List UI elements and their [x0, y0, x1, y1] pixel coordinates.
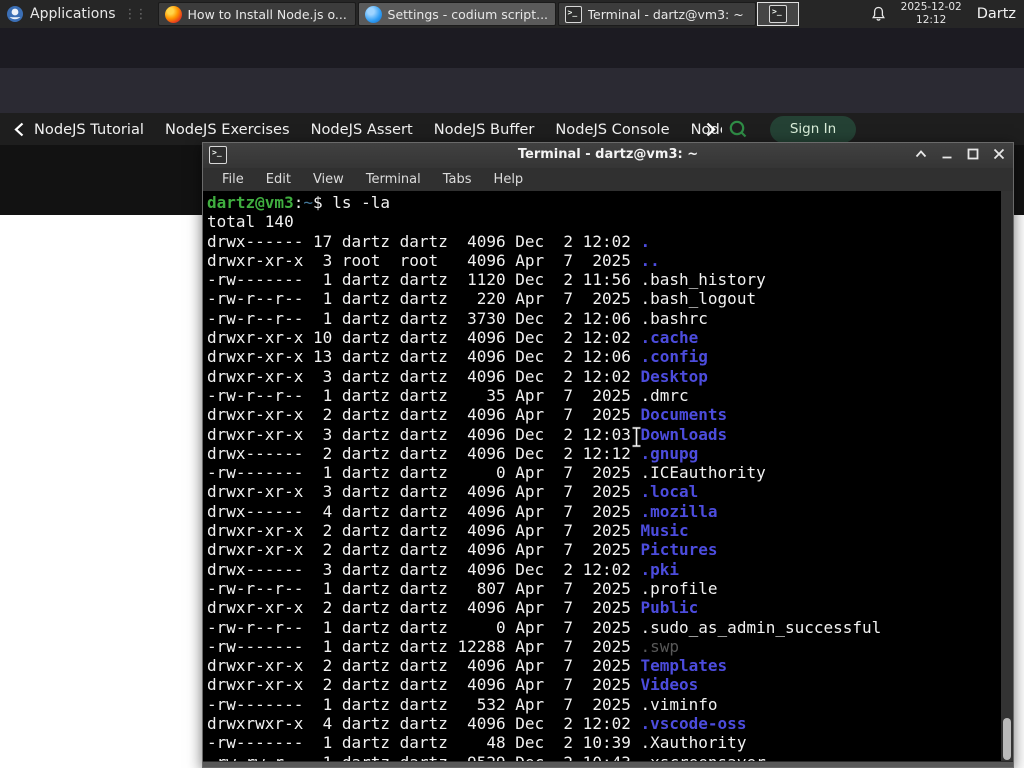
file-listing: drwx------ 17 dartz dartz 4096 Dec 2 12:… [207, 232, 1003, 763]
clock-date: 2025-12-02 [900, 0, 962, 13]
window-title: Settings - codium script... [387, 6, 549, 22]
clock[interactable]: 2025-12-02 12:12 [901, 1, 962, 27]
close-icon[interactable] [993, 148, 1005, 160]
window-title: How to Install Node.js o... [187, 6, 347, 22]
file-entry: drwx------ 4 dartz dartz 4096 Apr 7 2025… [207, 501, 718, 521]
terminal-menubar: File Edit View Terminal Tabs Help [203, 168, 1013, 191]
terminal-title: Terminal - dartz@vm3: ~ [517, 147, 699, 162]
chevron-left-icon[interactable] [14, 122, 24, 137]
file-entry: -rw-r--r-- 1 dartz dartz 807 Apr 7 2025 … [207, 578, 718, 598]
firefox-toolbar [0, 68, 1024, 113]
user-menu[interactable]: Dartz [977, 6, 1016, 22]
taskbar-window-button[interactable]: How to Install Node.js o... [157, 2, 356, 26]
terminal-output[interactable]: dartz@vm3:~$ ls -la total 140 drwx------… [203, 191, 1003, 763]
file-entry: drwxr-xr-x 2 dartz dartz 4096 Apr 7 2025… [207, 405, 728, 425]
site-nav-link[interactable]: NodeJS Tutorial [34, 121, 144, 138]
file-entry: -rw------- 1 dartz dartz 48 Dec 2 10:39 … [207, 733, 747, 753]
terminal-titlebar[interactable]: Terminal - dartz@vm3: ~ [203, 143, 1013, 168]
file-entry: -rw------- 1 dartz dartz 0 Apr 7 2025 .I… [207, 463, 766, 483]
prompt-line: dartz@vm3:~$ ls -la [207, 193, 391, 212]
file-entry: -rw-r--r-- 1 dartz dartz 35 Apr 7 2025 .… [207, 385, 689, 405]
ibeam-cursor-icon [630, 426, 643, 448]
window-icon [164, 5, 182, 23]
site-nav-items: NodeJS Tutorial NodeJS Exercises NodeJS … [34, 121, 722, 138]
menu-item[interactable]: Tabs [432, 172, 483, 187]
site-nav-link[interactable]: NodeJS Buffer [434, 121, 535, 138]
menu-item[interactable]: Edit [255, 172, 302, 187]
taskbar-window-button[interactable]: Settings - codium script... [357, 2, 556, 26]
terminal-mini-icon [769, 5, 787, 23]
file-entry: drwxr-xr-x 13 dartz dartz 4096 Dec 2 12:… [207, 347, 708, 367]
search-icon[interactable] [728, 119, 748, 139]
menu-item[interactable]: Help [483, 172, 535, 187]
file-entry: -rw-r--r-- 1 dartz dartz 3730 Dec 2 12:0… [207, 308, 708, 328]
file-entry: drwxr-xr-x 3 dartz dartz 4096 Apr 7 2025… [207, 482, 699, 502]
chevron-right-icon[interactable] [706, 122, 716, 137]
file-entry: drwxr-xr-x 3 dartz dartz 4096 Dec 2 12:0… [207, 424, 728, 444]
taskbar-window-button[interactable]: Terminal - dartz@vm3: ~ [557, 2, 756, 26]
minimize-icon[interactable] [941, 148, 953, 160]
top-panel: Applications ⋮⋮ How to Install Node.js o… [0, 0, 1024, 28]
sign-in-button[interactable]: Sign In [770, 115, 856, 143]
file-entry: -rw-r--r-- 1 dartz dartz 220 Apr 7 2025 … [207, 289, 757, 309]
system-tray: 2025-12-02 12:12 Dartz [871, 0, 1024, 28]
file-entry: drwxr-xr-x 2 dartz dartz 4096 Apr 7 2025… [207, 675, 699, 695]
shade-icon[interactable] [915, 150, 927, 158]
file-entry: -rw------- 1 dartz dartz 532 Apr 7 2025 … [207, 694, 718, 714]
clock-time: 12:12 [916, 14, 947, 26]
terminal-window: Terminal - dartz@vm3: ~ File [202, 142, 1014, 768]
file-entry: drwxr-xr-x 2 dartz dartz 4096 Apr 7 2025… [207, 521, 689, 541]
taskbar: How to Install Node.js o... Settings - c… [157, 0, 756, 28]
file-entry: drwx------ 2 dartz dartz 4096 Dec 2 12:1… [207, 443, 699, 463]
menu-item[interactable]: Terminal [355, 172, 432, 187]
applications-menu[interactable]: Applications ⋮⋮ [0, 0, 154, 28]
total-line: total 140 [207, 212, 294, 232]
file-entry: drwx------ 17 dartz dartz 4096 Dec 2 12:… [207, 231, 651, 251]
terminal-bottom-border [203, 761, 1013, 767]
menu-item[interactable]: File [211, 172, 255, 187]
firefox-tab-bar [0, 28, 1024, 68]
scrollbar-thumb[interactable] [1003, 718, 1011, 760]
site-nav-link[interactable]: NodeJS Exercises [165, 121, 290, 138]
window-icon [364, 5, 382, 23]
applications-label: Applications [30, 6, 116, 22]
file-entry: -rw------- 1 dartz dartz 1120 Dec 2 11:5… [207, 270, 766, 290]
file-entry: drwxr-xr-x 2 dartz dartz 4096 Apr 7 2025… [207, 598, 699, 618]
site-navbar: NodeJS Tutorial NodeJS Exercises NodeJS … [0, 113, 1024, 145]
file-entry: drwxr-xr-x 10 dartz dartz 4096 Dec 2 12:… [207, 328, 699, 348]
window-title: Terminal - dartz@vm3: ~ [587, 6, 744, 22]
workspace-pager[interactable] [757, 2, 799, 26]
applications-icon [6, 5, 24, 23]
file-entry: drwxr-xr-x 2 dartz dartz 4096 Apr 7 2025… [207, 656, 728, 676]
terminal-scrollbar[interactable] [1001, 191, 1013, 761]
desktop: Applications ⋮⋮ How to Install Node.js o… [0, 0, 1024, 768]
panel-grip: ⋮⋮ [123, 6, 148, 22]
file-entry: drwxr-xr-x 3 root root 4096 Apr 7 2025 .… [207, 250, 660, 270]
menu-item[interactable]: View [302, 172, 355, 187]
file-entry: drwxr-xr-x 2 dartz dartz 4096 Apr 7 2025… [207, 540, 718, 560]
site-nav-link[interactable]: NodeJS Console [555, 121, 669, 138]
site-nav-link[interactable]: NodeJS Assert [311, 121, 413, 138]
file-entry: -rw------- 1 dartz dartz 12288 Apr 7 202… [207, 636, 680, 656]
bell-icon[interactable] [871, 6, 886, 22]
window-icon [564, 5, 582, 23]
file-entry: drwxrwxr-x 4 dartz dartz 4096 Dec 2 12:0… [207, 714, 747, 734]
file-entry: drwx------ 3 dartz dartz 4096 Dec 2 12:0… [207, 559, 680, 579]
file-entry: -rw-r--r-- 1 dartz dartz 0 Apr 7 2025 .s… [207, 617, 882, 637]
maximize-icon[interactable] [967, 148, 979, 160]
file-entry: drwxr-xr-x 3 dartz dartz 4096 Dec 2 12:0… [207, 366, 708, 386]
